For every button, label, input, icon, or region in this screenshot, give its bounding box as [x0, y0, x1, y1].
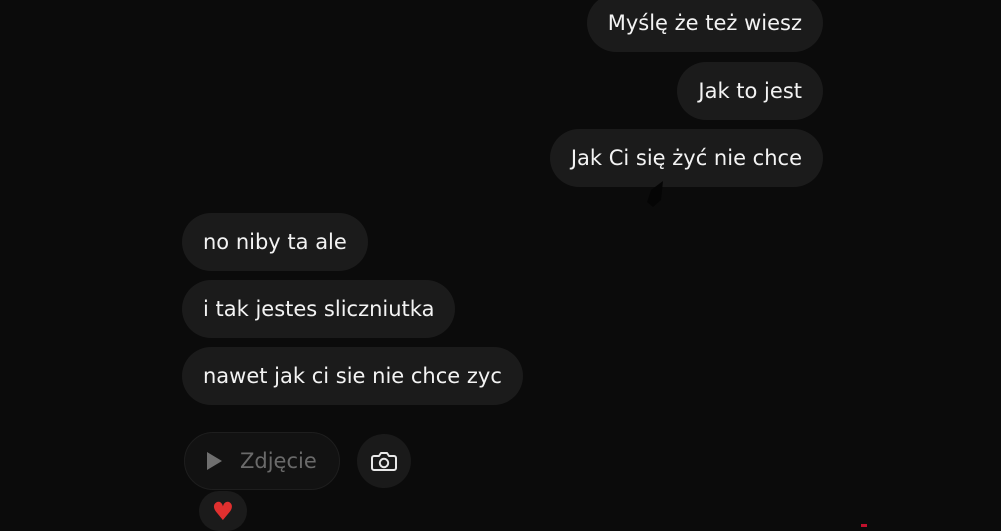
- camera-icon: [371, 452, 397, 471]
- play-icon: [207, 452, 222, 470]
- sent-message[interactable]: Jak to jest: [677, 62, 823, 120]
- camera-button[interactable]: [357, 434, 411, 488]
- sent-message[interactable]: Myślę że też wiesz: [586, 0, 823, 52]
- received-message[interactable]: nawet jak ci sie nie chce zyc: [182, 347, 523, 405]
- heart-reaction[interactable]: ♥: [199, 491, 247, 531]
- photo-message[interactable]: Zdjęcie: [184, 432, 340, 490]
- received-message[interactable]: i tak jestes sliczniutka: [182, 280, 456, 338]
- sent-message[interactable]: Jak Ci się żyć nie chce: [549, 129, 823, 187]
- heart-icon: ♥: [211, 496, 235, 526]
- chat-thread: Myślę że też wiesz Jak to jest Jak Ci si…: [0, 0, 1001, 531]
- photo-label: Zdjęcie: [240, 449, 317, 473]
- cursor-icon: [647, 181, 663, 207]
- received-message[interactable]: no niby ta ale: [182, 213, 368, 271]
